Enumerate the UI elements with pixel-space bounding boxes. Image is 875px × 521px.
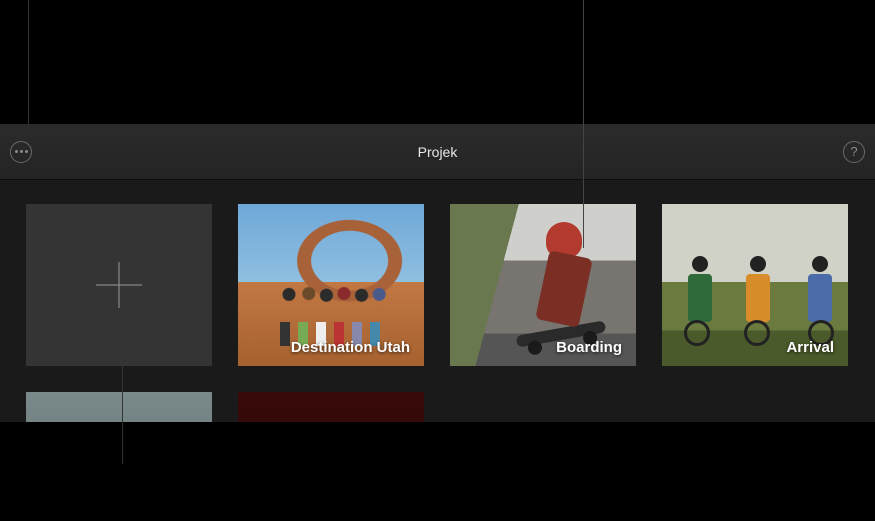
- more-button[interactable]: [10, 141, 32, 163]
- thumbnail-art: [740, 256, 776, 346]
- callout-line-more: [28, 0, 29, 124]
- thumbnail-art: [682, 256, 718, 346]
- project-tile[interactable]: Destination Utah: [238, 204, 424, 366]
- callout-line-project: [583, 0, 584, 248]
- project-title-label: Arrival: [786, 339, 834, 356]
- page-title: Projek: [418, 144, 458, 160]
- help-button[interactable]: ?: [843, 141, 865, 163]
- project-tile[interactable]: Boarding: [450, 204, 636, 366]
- project-tile[interactable]: Arrival: [662, 204, 848, 366]
- projects-browser-window: Projek ? Destination Utah Boarding Arriv…: [0, 124, 875, 422]
- header-bar: Projek ?: [0, 124, 875, 180]
- project-tile[interactable]: [238, 392, 424, 422]
- question-mark-icon: ?: [850, 144, 857, 159]
- projects-grid: Destination Utah Boarding Arrival: [0, 180, 875, 422]
- project-title-label: Boarding: [556, 339, 622, 356]
- project-tile[interactable]: [26, 392, 212, 422]
- callout-line-add: [122, 312, 123, 464]
- thumbnail-art: [802, 256, 838, 346]
- project-title-label: Destination Utah: [291, 339, 410, 356]
- create-project-tile[interactable]: [26, 204, 212, 366]
- ellipsis-icon: [15, 150, 28, 153]
- plus-icon: [96, 262, 142, 308]
